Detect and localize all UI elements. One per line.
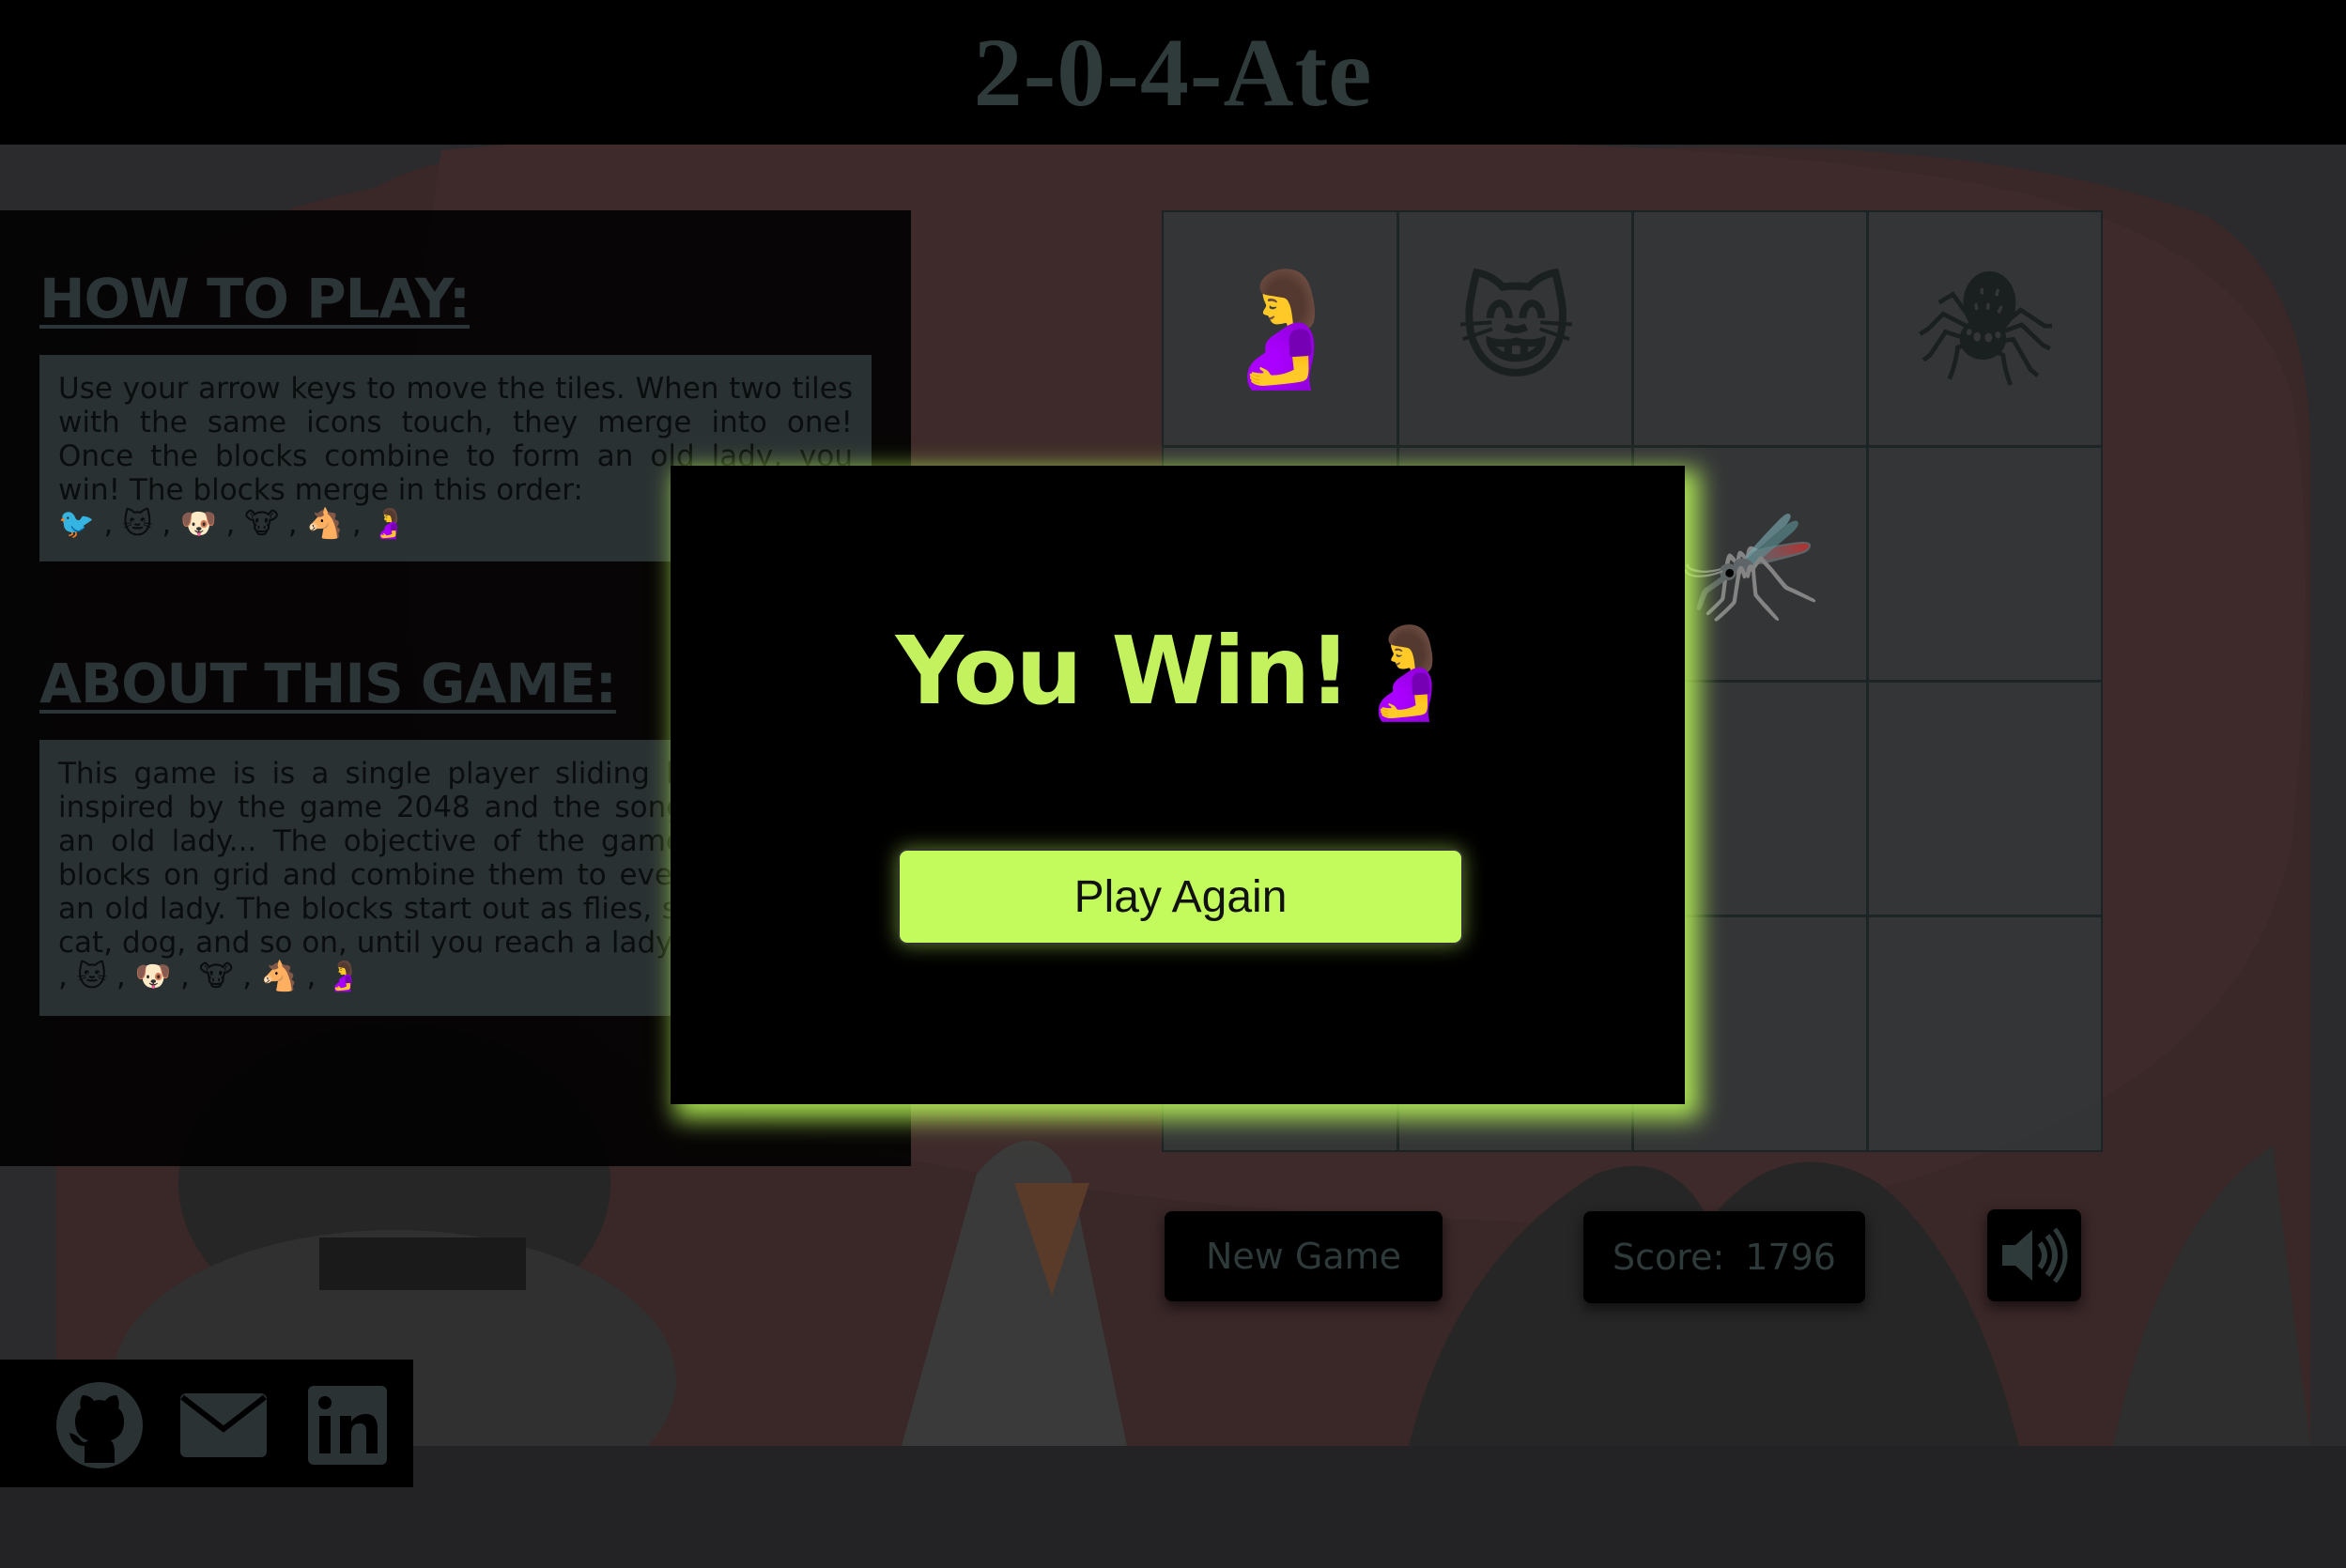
play-again-button[interactable]: Play Again — [898, 849, 1463, 945]
header-bar: 2-0-4-Ate — [0, 0, 2346, 145]
tile-lady: 🤰 — [1211, 264, 1351, 394]
score-display: Score: 1796 — [1583, 1211, 1865, 1303]
new-game-button[interactable]: New Game — [1165, 1211, 1443, 1301]
github-icon[interactable] — [53, 1378, 147, 1472]
page-title: 2-0-4-Ate — [973, 18, 1373, 127]
mail-icon[interactable] — [177, 1378, 270, 1472]
win-lady-glyph: 🤰 — [1349, 620, 1462, 725]
how-to-play-heading: HOW TO PLAY: — [39, 267, 471, 331]
win-modal: You Win!🤰 Play Again — [671, 466, 1685, 1104]
social-links — [0, 1360, 413, 1487]
score-label: Score: — [1613, 1237, 1725, 1278]
linkedin-icon[interactable] — [301, 1378, 394, 1472]
tile-cat: 😸 — [1457, 264, 1575, 395]
sound-toggle-button[interactable] — [1987, 1209, 2081, 1301]
win-title-text: You Win! — [895, 616, 1351, 726]
tile-spider: 🕷 — [1913, 264, 2058, 394]
win-title: You Win!🤰 — [671, 616, 1685, 726]
speaker-icon — [2002, 1227, 2068, 1284]
about-heading: ABOUT THIS GAME: — [39, 652, 617, 715]
score-value: 1796 — [1745, 1237, 1836, 1278]
